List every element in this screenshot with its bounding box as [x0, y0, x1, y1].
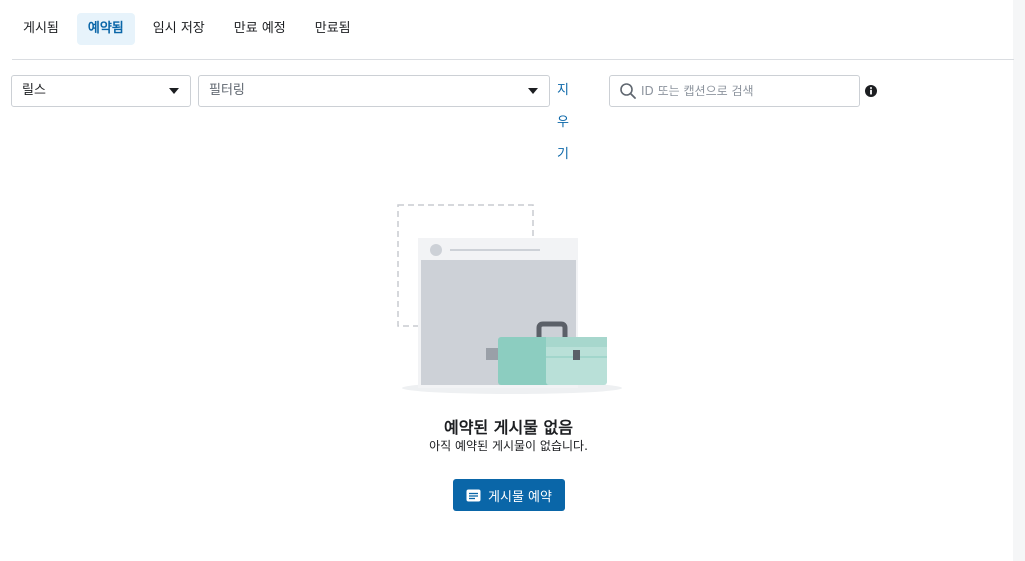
tab-published[interactable]: 게시됨 [12, 13, 70, 45]
right-scroll-edge [1013, 0, 1025, 561]
post-icon [466, 489, 481, 501]
tabs-divider [12, 59, 1014, 60]
filter-select[interactable]: 필터링 [198, 75, 550, 107]
caret-down-icon [169, 88, 179, 94]
tab-expiring[interactable]: 만료 예정 [223, 13, 297, 45]
schedule-post-label: 게시물 예약 [488, 489, 552, 505]
tab-drafts[interactable]: 임시 저장 [142, 13, 216, 45]
tab-scheduled[interactable]: 예약됨 [76, 13, 135, 45]
empty-state-subtitle: 아직 예약된 게시물이 없습니다. [429, 439, 588, 453]
filter-value: 필터링 [209, 83, 245, 98]
content-type-value: 릴스 [22, 83, 46, 98]
search-icon [620, 83, 636, 99]
empty-state-title: 예약된 게시물 없음 [444, 418, 573, 437]
clear-filters-link[interactable]: 지우기 [557, 75, 569, 171]
search-box[interactable] [609, 75, 860, 107]
schedule-post-button[interactable]: 게시물 예약 [453, 479, 565, 511]
caret-down-icon [528, 88, 538, 94]
content-type-select[interactable]: 릴스 [11, 75, 191, 107]
search-input[interactable] [641, 80, 851, 102]
status-tabs: 게시됨 예약됨 임시 저장 만료 예정 만료됨 [12, 13, 369, 45]
tab-expired[interactable]: 만료됨 [304, 13, 362, 45]
info-icon[interactable] [864, 84, 878, 98]
empty-state-illustration [397, 204, 622, 394]
